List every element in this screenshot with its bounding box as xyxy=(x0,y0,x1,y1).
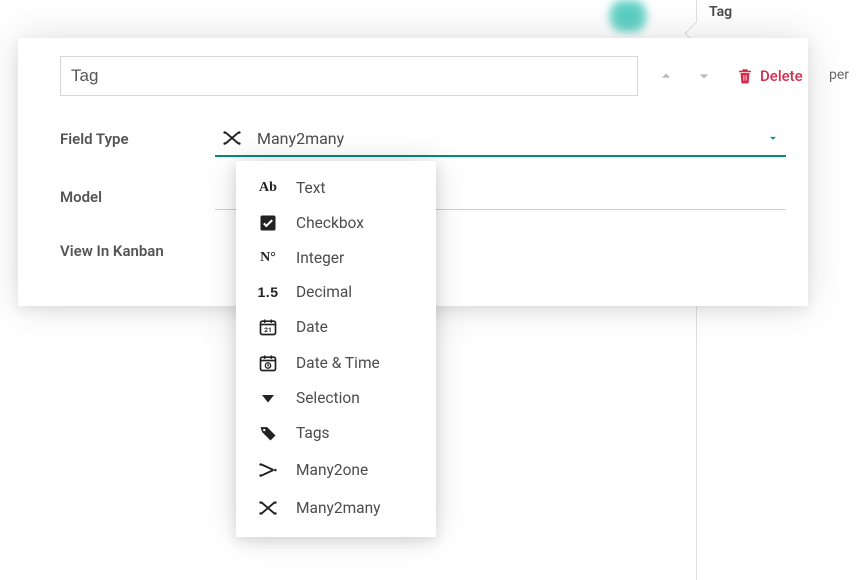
field-type-row: Field Type Many2many Ab Text xyxy=(60,116,786,162)
move-down-button[interactable] xyxy=(694,66,714,86)
field-type-select[interactable]: Many2many xyxy=(215,121,786,157)
dropdown-option-decimal[interactable]: 1.5 Decimal xyxy=(236,275,436,309)
many2many-icon xyxy=(256,497,280,519)
field-name-input[interactable] xyxy=(60,56,638,96)
tags-icon xyxy=(256,423,280,443)
dropdown-option-checkbox[interactable]: Checkbox xyxy=(236,205,436,241)
date-icon: 21 xyxy=(256,317,280,337)
dropdown-option-datetime[interactable]: Date & Time xyxy=(236,345,436,381)
dropdown-option-text[interactable]: Ab Text xyxy=(236,171,436,205)
dropdown-option-selection[interactable]: Selection xyxy=(236,381,436,415)
field-editor-card: Delete Field Type Many2many Ab Text xyxy=(18,38,808,306)
right-panel-title: Tag xyxy=(709,4,849,20)
dropdown-option-label: Many2many xyxy=(296,499,381,517)
dropdown-option-label: Many2one xyxy=(296,461,368,479)
dropdown-option-tags[interactable]: Tags xyxy=(236,415,436,451)
dropdown-option-label: Text xyxy=(296,179,325,197)
dropdown-option-label: Selection xyxy=(296,389,360,407)
dropdown-option-label: Date xyxy=(296,318,328,336)
decimal-icon: 1.5 xyxy=(256,284,280,300)
trash-icon xyxy=(736,67,754,85)
dropdown-option-date[interactable]: 21 Date xyxy=(236,309,436,345)
chevron-up-icon xyxy=(656,66,676,86)
many2many-icon xyxy=(219,127,245,149)
dropdown-option-label: Date & Time xyxy=(296,354,380,372)
decorative-blob xyxy=(605,0,651,32)
text-icon: Ab xyxy=(256,180,280,196)
field-type-label: Field Type xyxy=(60,130,215,148)
dropdown-option-label: Integer xyxy=(296,249,344,267)
checkbox-icon xyxy=(256,213,280,233)
delete-label: Delete xyxy=(760,67,803,85)
dropdown-option-many2many[interactable]: Many2many xyxy=(236,489,436,527)
svg-text:21: 21 xyxy=(264,326,272,334)
model-label: Model xyxy=(60,188,215,206)
move-up-button[interactable] xyxy=(656,66,676,86)
integer-icon: N° xyxy=(256,250,280,266)
field-type-selected-text: Many2many xyxy=(257,129,344,148)
dropdown-option-label: Checkbox xyxy=(296,214,364,232)
many2one-icon xyxy=(256,459,280,481)
field-type-dropdown: Ab Text Checkbox N° Integer 1.5 Decimal xyxy=(236,161,436,537)
right-panel-per-text: per xyxy=(829,67,849,83)
dropdown-option-label: Decimal xyxy=(296,283,352,301)
caret-down-icon xyxy=(766,131,780,145)
delete-button[interactable]: Delete xyxy=(736,67,803,85)
chevron-down-icon xyxy=(694,66,714,86)
view-in-kanban-label: View In Kanban xyxy=(60,242,215,260)
dropdown-option-label: Tags xyxy=(296,424,330,442)
header-row: Delete xyxy=(60,56,786,96)
datetime-icon xyxy=(256,353,280,373)
selection-icon xyxy=(256,389,280,407)
dropdown-option-integer[interactable]: N° Integer xyxy=(236,241,436,275)
dropdown-option-many2one[interactable]: Many2one xyxy=(236,451,436,489)
